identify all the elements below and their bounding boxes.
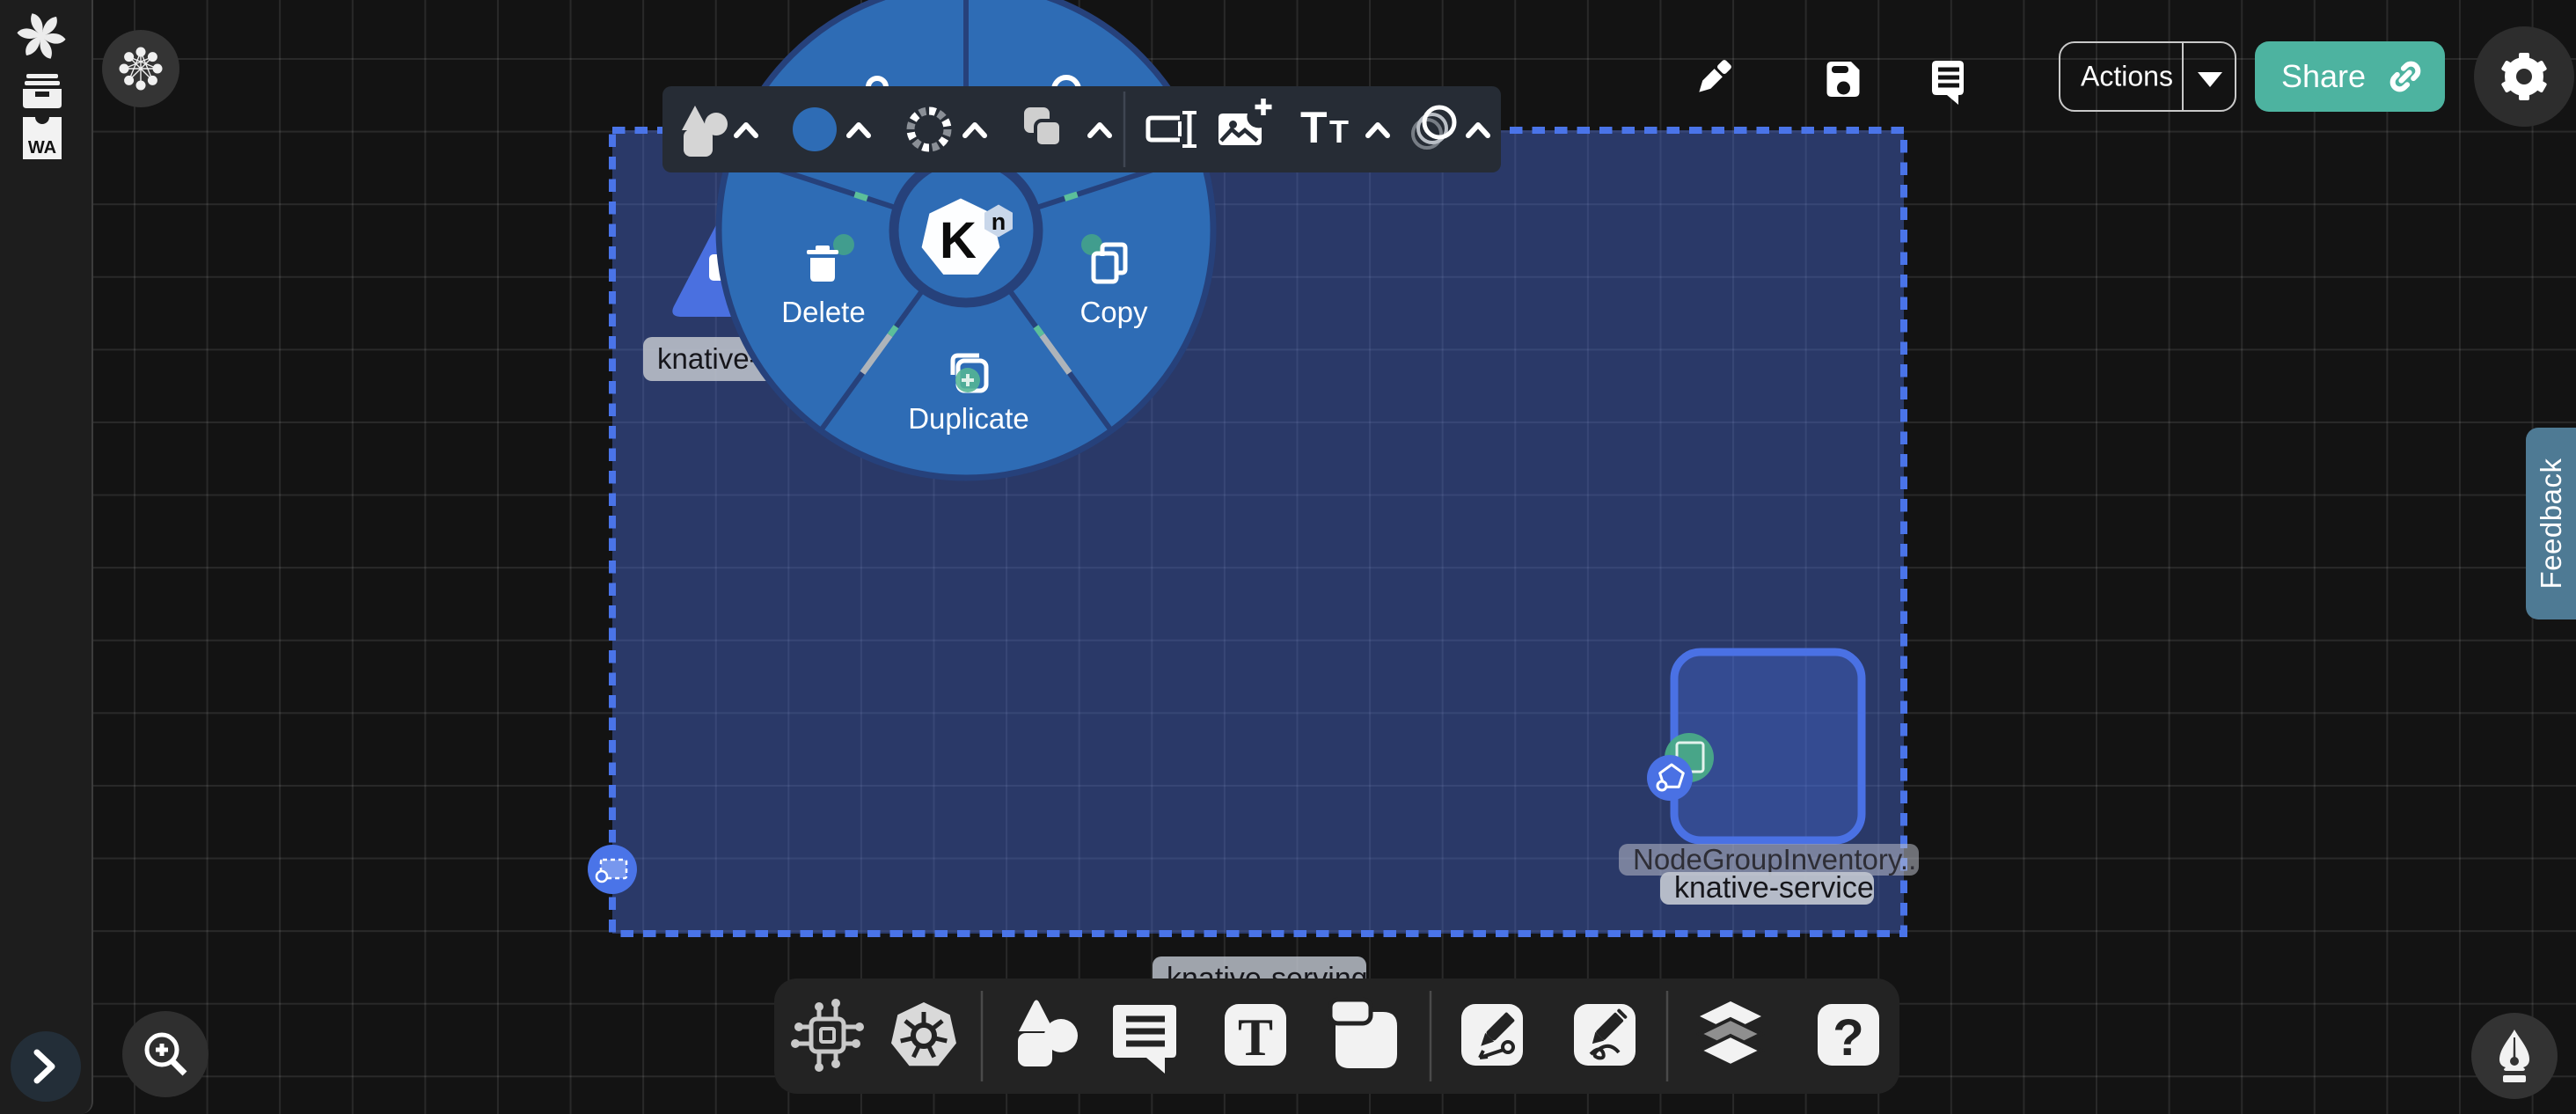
svg-text:K: K (940, 212, 977, 269)
svg-text:Delete: Delete (781, 296, 865, 328)
svg-text:T: T (1238, 1008, 1273, 1066)
svg-text:n: n (992, 209, 1006, 235)
svg-text:?: ? (1833, 1009, 1863, 1066)
svg-text:T: T (1329, 114, 1349, 150)
svg-text:Duplicate: Duplicate (908, 402, 1029, 435)
svg-text:Copy: Copy (1079, 296, 1148, 328)
svg-text:T: T (1300, 103, 1328, 152)
